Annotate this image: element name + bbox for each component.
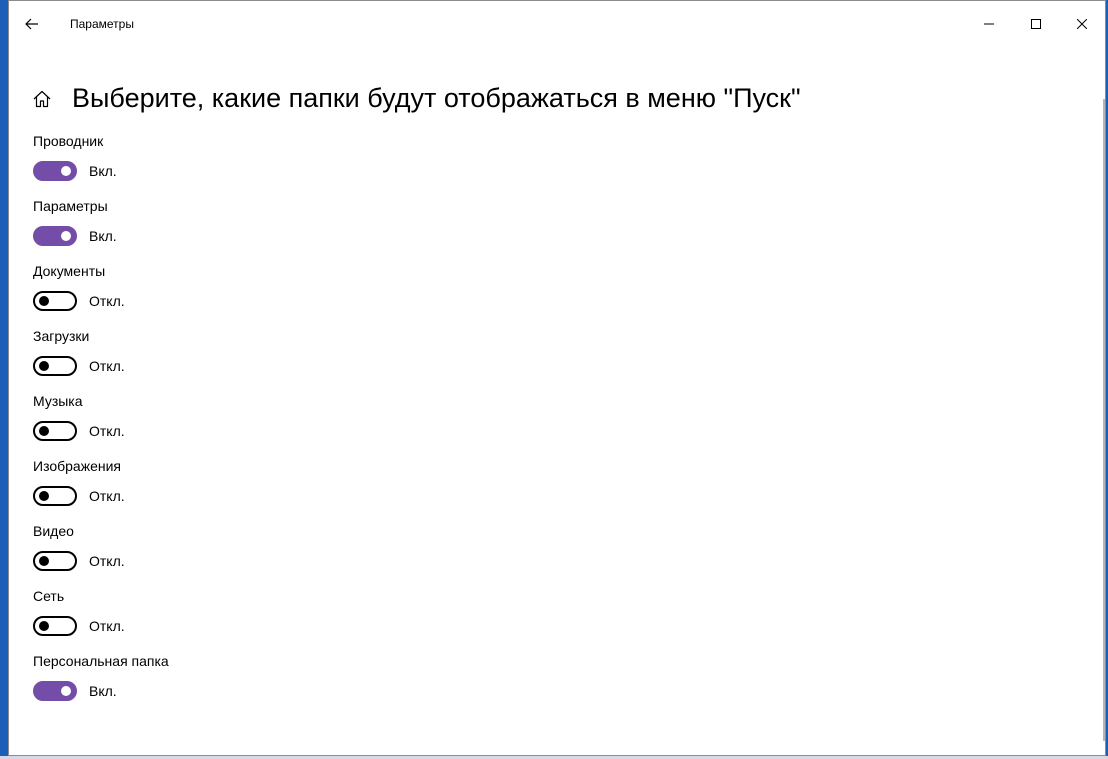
toggle-knob <box>61 166 71 176</box>
toggle-switch[interactable] <box>33 551 77 571</box>
toggle-switch[interactable] <box>33 616 77 636</box>
close-button[interactable] <box>1059 9 1105 39</box>
toggle-switch[interactable] <box>33 421 77 441</box>
back-arrow-icon <box>25 18 38 30</box>
back-button[interactable] <box>15 9 49 39</box>
close-icon <box>1077 19 1087 29</box>
setting-label: Персональная папка <box>33 653 169 669</box>
toggle-switch[interactable] <box>33 161 77 181</box>
toggle-switch[interactable] <box>33 356 77 376</box>
setting-label: Документы <box>33 263 106 279</box>
setting-label: Изображения <box>33 458 121 474</box>
title-bar: Параметры <box>9 1 1105 47</box>
setting-label: Проводник <box>33 133 104 149</box>
toggle-switch[interactable] <box>33 226 77 246</box>
toggle-switch[interactable] <box>33 291 77 311</box>
home-button[interactable] <box>31 88 53 110</box>
toggle-knob <box>61 686 71 696</box>
minimize-icon <box>984 23 994 25</box>
toggle-state-text: Вкл. <box>89 683 117 699</box>
toggle-knob <box>39 426 49 436</box>
toggle-state-text: Вкл. <box>89 228 117 244</box>
toggle-state-text: Откл. <box>89 553 125 569</box>
setting-label: Сеть <box>33 588 65 604</box>
setting-label: Музыка <box>33 393 83 409</box>
page-header: Выберите, какие папки будут отображаться… <box>31 65 801 132</box>
toggle-knob <box>61 231 71 241</box>
toggle-state-text: Откл. <box>89 488 125 504</box>
home-icon <box>33 90 51 107</box>
toggle-state-text: Откл. <box>89 293 125 309</box>
toggle-knob <box>39 491 49 501</box>
toggle-switch[interactable] <box>33 681 77 701</box>
setting-label: Загрузки <box>33 328 90 344</box>
toggle-knob <box>39 361 49 371</box>
settings-window: Параметры Выберите, какие папки будут от… <box>8 0 1106 756</box>
toggle-state-text: Вкл. <box>89 163 117 179</box>
window-title: Параметры <box>70 17 134 31</box>
setting-label: Параметры <box>33 198 108 214</box>
maximize-button[interactable] <box>1013 9 1059 39</box>
toggle-state-text: Откл. <box>89 358 125 374</box>
toggle-knob <box>39 556 49 566</box>
minimize-button[interactable] <box>966 9 1012 39</box>
toggle-state-text: Откл. <box>89 423 125 439</box>
toggle-knob <box>39 621 49 631</box>
toggle-state-text: Откл. <box>89 618 125 634</box>
page-title: Выберите, какие папки будут отображаться… <box>72 83 801 114</box>
maximize-icon <box>1031 19 1041 29</box>
toggle-switch[interactable] <box>33 486 77 506</box>
setting-label: Видео <box>33 523 74 539</box>
scrollbar[interactable] <box>1103 99 1105 741</box>
toggle-knob <box>39 296 49 306</box>
